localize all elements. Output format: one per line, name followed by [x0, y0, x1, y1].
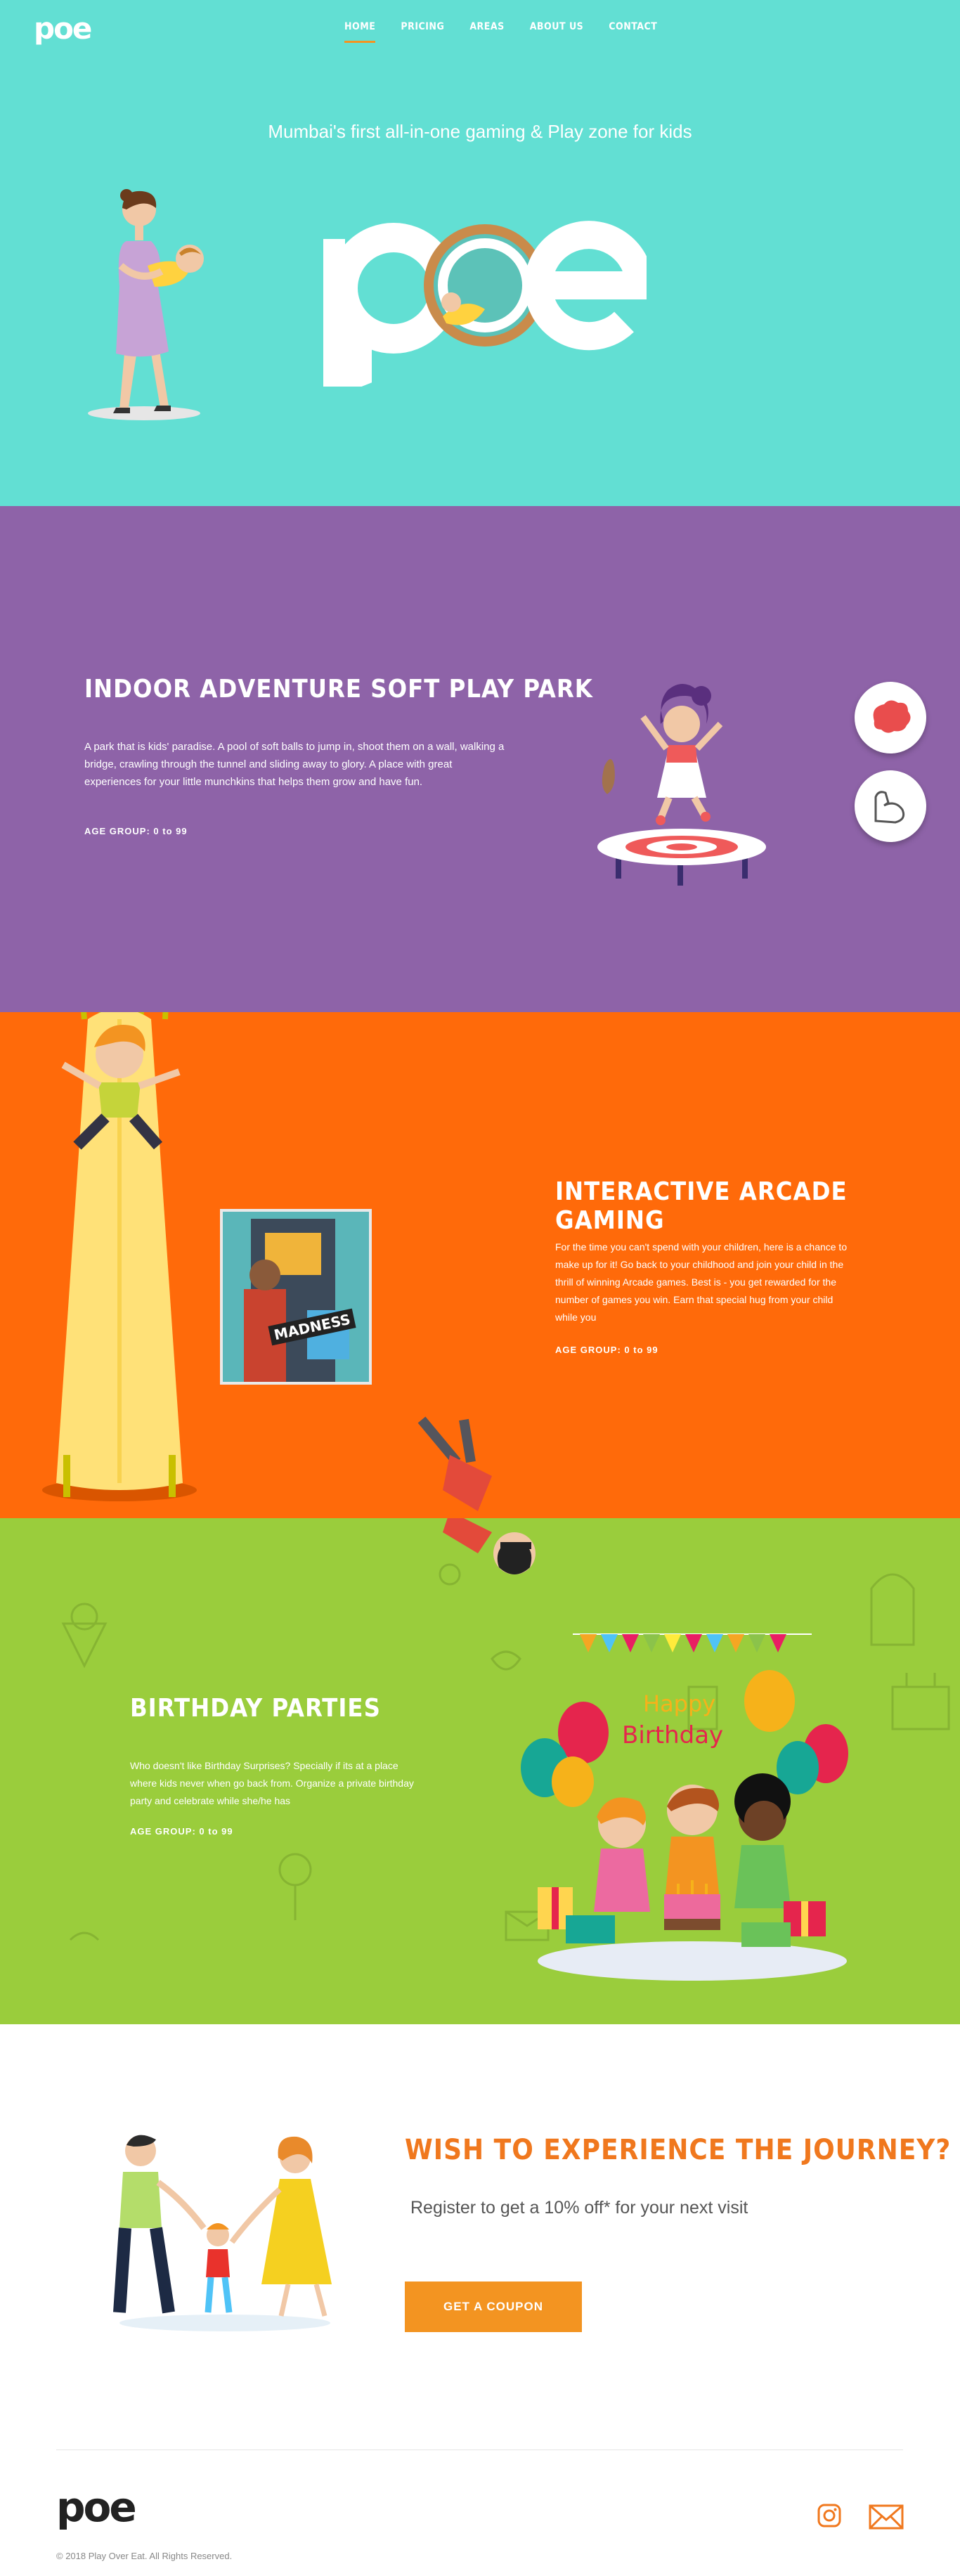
birthday-section: BIRTHDAY PARTIES Who doesn't like Birthd… [0, 1518, 960, 2024]
footer-copyright: © 2018 Play Over Eat. All Rights Reserve… [56, 2551, 233, 2561]
nav-item-home[interactable]: HOME [344, 20, 376, 43]
softplay-age-value: 0 to 99 [153, 826, 188, 836]
softplay-section: INDOOR ADVENTURE SOFT PLAY PARK A park t… [0, 506, 960, 1012]
birthday-age-label: AGE GROUP: [130, 1826, 196, 1837]
arcade-title: INTERACTIVE ARCADE GAMING [555, 1177, 848, 1235]
brain-icon[interactable] [855, 682, 926, 753]
arcade-age-group: AGE GROUP: 0 to 99 [555, 1345, 659, 1355]
footer: poe © 2018 Play Over Eat. All Rights Res… [0, 2449, 960, 2576]
mother-baby-illustration [88, 189, 204, 420]
get-coupon-button[interactable]: GET A COUPON [405, 2281, 582, 2332]
birthday-party-illustration: Happy Birthday [521, 1633, 848, 1981]
nav-item-areas[interactable]: AREAS [469, 20, 504, 43]
arcade-section: MADNESS INTERACTIVE ARCADE GAMING For th… [0, 1012, 960, 1518]
journey-title: WISH TO EXPERIENCE THE JOURNEY? [405, 2134, 952, 2166]
birthday-age-group: AGE GROUP: 0 to 99 [130, 1826, 233, 1837]
arcade-age-label: AGE GROUP: [555, 1345, 621, 1355]
softplay-title: INDOOR ADVENTURE SOFT PLAY PARK [84, 675, 593, 704]
birthday-age-value: 0 to 99 [199, 1826, 233, 1837]
footer-divider [56, 2449, 903, 2450]
main-nav: HOME PRICING AREAS ABOUT US CONTACT [344, 20, 682, 43]
trampoline-girl-illustration [597, 683, 766, 886]
birthday-banner-happy: Happy [643, 1690, 715, 1717]
family-illustration [113, 2135, 332, 2331]
instagram-icon[interactable] [817, 2503, 842, 2528]
birthday-title: BIRTHDAY PARTIES [130, 1694, 381, 1723]
nav-logo[interactable]: poe [34, 11, 92, 46]
softplay-age-label: AGE GROUP: [84, 826, 150, 836]
slide-boy-illustration [42, 1012, 197, 1501]
journey-subtitle: Register to get a 10% off* for your next… [410, 2198, 748, 2218]
softplay-description: A park that is kids' paradise. A pool of… [84, 741, 505, 788]
arcade-description: For the time you can't spend with your c… [555, 1241, 848, 1323]
nav-item-contact[interactable]: CONTACT [609, 20, 657, 43]
nav-item-about-us[interactable]: ABOUT US [530, 20, 584, 43]
nav-item-pricing[interactable]: PRICING [401, 20, 444, 43]
birthday-description: Who doesn't like Birthday Surprises? Spe… [130, 1760, 414, 1806]
footer-logo[interactable]: poe [56, 2483, 137, 2531]
arcade-poster: MADNESS [220, 1209, 372, 1385]
mail-icon[interactable] [869, 2504, 904, 2530]
poe-hero-logo [323, 221, 647, 387]
arcade-age-value: 0 to 99 [624, 1345, 659, 1355]
muscle-arm-icon[interactable] [855, 770, 926, 842]
flipping-man-illustration [417, 1416, 492, 1511]
birthday-banner-birthday: Birthday [622, 1721, 723, 1749]
softplay-age-group: AGE GROUP: 0 to 99 [84, 826, 188, 836]
journey-section: WISH TO EXPERIENCE THE JOURNEY? Register… [0, 2024, 960, 2449]
hero-section: poe HOME PRICING AREAS ABOUT US CONTACT … [0, 0, 960, 506]
hero-tagline: Mumbai's first all-in-one gaming & Play … [268, 121, 692, 142]
